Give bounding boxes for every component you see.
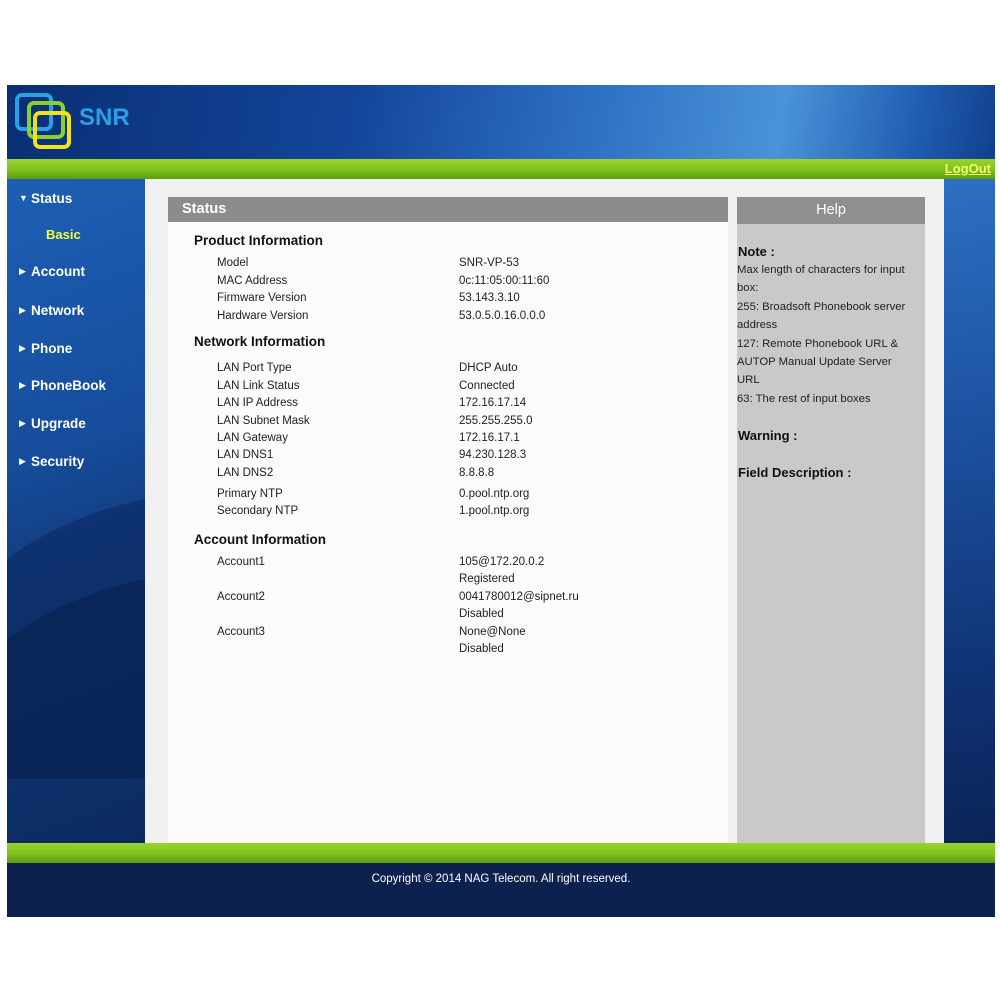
row-value: Connected [459,380,515,392]
row-label: Hardware Version [217,310,309,322]
account-status: Registered [459,573,515,585]
app-frame: SNR LogOut ▼ Status Basic ▶ Account ▶ Netwo… [7,85,995,917]
header-banner: SNR [7,85,995,159]
account-status: Disabled [459,643,504,655]
row-value: 53.0.5.0.16.0.0.0 [459,310,546,322]
collapsed-arrow-icon: ▶ [19,305,26,315]
row-value: 0041780012@sipnet.ru [459,591,579,603]
row-value: 0.pool.ntp.org [459,488,530,500]
expanded-arrow-icon: ▼ [19,193,28,203]
collapsed-arrow-icon: ▶ [19,456,26,466]
sidebar-item-phone[interactable]: ▶ Phone [19,341,72,356]
row-label: Account2 [217,591,265,603]
row-value: 172.16.17.14 [459,397,527,409]
row-label: MAC Address [217,275,288,287]
help-note-title: Note : [738,244,775,259]
section-title-network: Network Information [194,334,326,349]
help-note-line: AUTOP Manual Update Server [737,356,892,369]
section-title-account: Account Information [194,532,326,547]
help-note-line: 63: The rest of input boxes [737,392,871,405]
row-label: LAN Port Type [217,362,292,374]
top-green-bar [7,159,995,179]
row-value: 105@172.20.0.2 [459,556,545,568]
row-label: LAN IP Address [217,397,298,409]
collapsed-arrow-icon: ▶ [19,266,26,276]
row-label: LAN Subnet Mask [217,415,310,427]
snr-logo: SNR [15,93,130,149]
sidebar-item-phonebook[interactable]: ▶ PhoneBook [19,378,106,393]
row-label: Primary NTP [217,488,283,500]
row-label: LAN DNS1 [217,449,274,461]
help-warning-title: Warning : [738,428,798,443]
right-decoration [944,179,995,843]
page-title: Status [168,197,728,222]
footer: Copyright © 2014 NAG Telecom. All right … [7,863,995,917]
sidebar-item-status[interactable]: ▼ Status [19,191,72,206]
sidebar-item-upgrade[interactable]: ▶ Upgrade [19,416,86,431]
row-label: Model [217,257,249,269]
help-note-text: Max length of characters for input box: … [737,261,923,408]
row-value: 255.255.255.0 [459,415,533,427]
row-value: DHCP Auto [459,362,518,374]
help-field-title: Field Description : [738,465,852,480]
help-note-line: box: [737,282,759,295]
row-label: Account3 [217,626,265,638]
section-title-product: Product Information [194,233,323,248]
row-value: 94.230.128.3 [459,449,527,461]
row-value: 1.pool.ntp.org [459,505,530,517]
help-title: Help [737,197,925,224]
row-label: LAN Link Status [217,380,300,392]
help-note-line: address [737,319,778,332]
row-value: None@None [459,626,526,638]
row-value: 8.8.8.8 [459,467,495,479]
row-value: 0c:11:05:00:11:60 [459,275,550,287]
row-label: Account1 [217,556,265,568]
sidebar-item-security[interactable]: ▶ Security [19,454,84,469]
logout-link[interactable]: LogOut [945,161,991,176]
collapsed-arrow-icon: ▶ [19,343,26,353]
sidebar-subitem-basic[interactable]: Basic [46,227,81,242]
row-value: 53.143.3.10 [459,292,520,304]
help-note-line: URL [737,374,760,387]
bottom-green-bar [7,843,995,863]
account-status: Disabled [459,608,504,620]
copyright-text: Copyright © 2014 NAG Telecom. All right … [371,873,631,885]
collapsed-arrow-icon: ▶ [19,380,26,390]
sidebar-item-account[interactable]: ▶ Account [19,264,85,279]
row-label: LAN Gateway [217,432,288,444]
sidebar: ▼ Status Basic ▶ Account ▶ Network ▶ Phone ▶… [7,179,145,843]
row-label: Secondary NTP [217,505,299,517]
row-value: SNR-VP-53 [459,257,520,269]
row-value: 172.16.17.1 [459,432,520,444]
help-note-line: 127: Remote Phonebook URL & [737,337,898,350]
collapsed-arrow-icon: ▶ [19,418,26,428]
row-label: LAN DNS2 [217,467,274,479]
help-note-line: 255: Broadsoft Phonebook server [737,300,906,313]
row-label: Firmware Version [217,292,307,304]
help-note-line: Max length of characters for input [737,264,905,276]
svg-text:SNR: SNR [79,104,130,131]
sidebar-item-network[interactable]: ▶ Network [19,303,84,318]
